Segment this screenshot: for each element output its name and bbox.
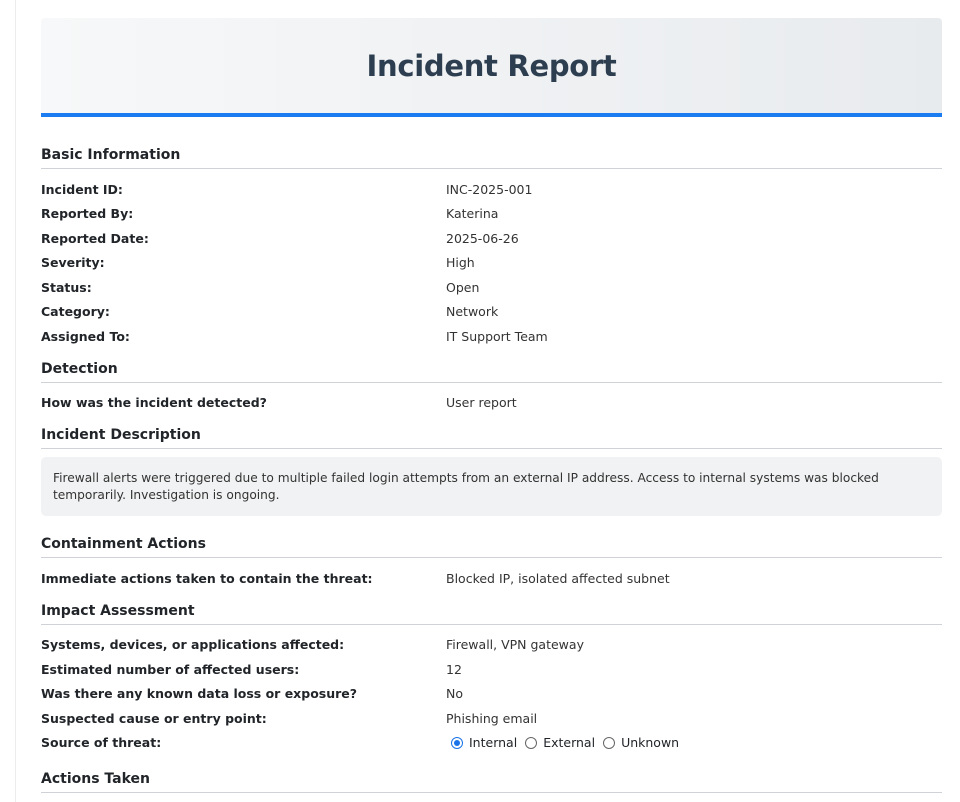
report-container: Incident Report Basic Information Incide… <box>41 18 942 801</box>
section-detection: Detection How was the incident detected?… <box>41 361 942 416</box>
section-basic-information: Basic Information Incident ID: INC-2025-… <box>41 147 942 349</box>
section-title: Containment Actions <box>41 536 942 558</box>
section-title: Incident Description <box>41 427 942 449</box>
field-value: IT Support Team <box>446 328 548 344</box>
field-row-source-of-threat: Source of threat: Internal External Unkn… <box>41 731 942 756</box>
section-containment-actions: Containment Actions Immediate actions ta… <box>41 536 942 591</box>
radio-unchecked-icon[interactable] <box>525 736 538 749</box>
field-value: Phishing email <box>446 710 538 726</box>
radio-internal[interactable]: Internal <box>451 735 517 750</box>
field-label: Estimated number of affected users: <box>41 661 300 677</box>
field-label: Reported Date: <box>41 230 149 246</box>
field-label: Category: <box>41 304 110 320</box>
field-label: Incident ID: <box>41 181 123 197</box>
field-row-assigned-to: Assigned To: IT Support Team <box>41 324 942 349</box>
field-value: 2025-06-26 <box>446 230 519 246</box>
field-label: Systems, devices, or applications affect… <box>41 637 345 653</box>
field-label: Assigned To: <box>41 328 130 344</box>
section-title: Impact Assessment <box>41 603 942 625</box>
field-value: Open <box>446 279 480 295</box>
field-value: User report <box>446 395 517 411</box>
section-title: Basic Information <box>41 147 942 169</box>
field-row-reported-date: Reported Date: 2025-06-26 <box>41 226 942 251</box>
description-box: Firewall alerts were triggered due to mu… <box>41 457 942 516</box>
field-row-data-loss: Was there any known data loss or exposur… <box>41 682 942 707</box>
radio-external[interactable]: External <box>525 735 595 750</box>
field-value: Firewall, VPN gateway <box>446 637 584 653</box>
source-of-threat-radio-group: Internal External Unknown <box>451 735 687 750</box>
field-value: Network <box>446 304 499 320</box>
field-row-suspected-cause: Suspected cause or entry point: Phishing… <box>41 706 942 731</box>
field-row-status: Status: Open <box>41 275 942 300</box>
report-header: Incident Report <box>41 18 942 117</box>
section-impact-assessment: Impact Assessment Systems, devices, or a… <box>41 603 942 756</box>
section-actions-taken: Actions Taken <box>41 771 942 793</box>
section-title: Actions Taken <box>41 771 942 793</box>
field-value: No <box>446 686 463 702</box>
field-label: Immediate actions taken to contain the t… <box>41 570 373 586</box>
field-label: How was the incident detected? <box>41 395 267 411</box>
field-row-reported-by: Reported By: Katerina <box>41 202 942 227</box>
field-value: High <box>446 255 475 271</box>
field-row-detection-method: How was the incident detected? User repo… <box>41 391 942 416</box>
field-label: Source of threat: <box>41 735 162 751</box>
radio-label: Unknown <box>621 735 680 751</box>
radio-checked-icon[interactable] <box>451 736 463 749</box>
radio-label: Internal <box>469 735 518 751</box>
field-label: Suspected cause or entry point: <box>41 710 267 726</box>
field-row-systems-affected: Systems, devices, or applications affect… <box>41 633 942 658</box>
field-row-category: Category: Network <box>41 300 942 325</box>
field-label: Was there any known data loss or exposur… <box>41 686 358 702</box>
field-row-incident-id: Incident ID: INC-2025-001 <box>41 177 942 202</box>
section-incident-description: Incident Description Firewall alerts wer… <box>41 427 942 516</box>
field-label: Status: <box>41 279 92 295</box>
field-value: Katerina <box>446 206 499 222</box>
page-title: Incident Report <box>366 48 617 83</box>
radio-label: External <box>543 735 596 751</box>
radio-unchecked-icon[interactable] <box>603 736 616 749</box>
section-title: Detection <box>41 361 942 383</box>
field-value: 12 <box>446 661 462 677</box>
field-row-severity: Severity: High <box>41 251 942 276</box>
field-label: Reported By: <box>41 206 134 222</box>
radio-unknown[interactable]: Unknown <box>603 735 679 750</box>
field-value: Blocked IP, isolated affected subnet <box>446 570 670 586</box>
field-label: Severity: <box>41 255 105 271</box>
field-row-immediate-actions: Immediate actions taken to contain the t… <box>41 566 942 591</box>
page-edge <box>0 0 16 802</box>
field-row-affected-users: Estimated number of affected users: 12 <box>41 657 942 682</box>
field-value: INC-2025-001 <box>446 181 533 197</box>
